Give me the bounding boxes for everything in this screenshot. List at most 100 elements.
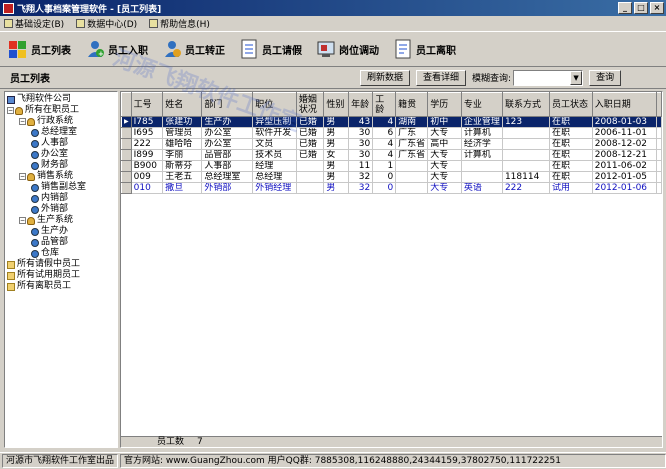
- tree-node[interactable]: − 行政系统: [5, 116, 117, 127]
- employee-list-button[interactable]: 员工列表: [8, 39, 71, 59]
- table-row[interactable]: I695 管理员 办公室 软件开发 已婚男 30 6 广东 大专 计算机 在职 2006-11-01: [121, 127, 662, 139]
- tree-node[interactable]: − 销售系统: [5, 171, 117, 182]
- column-header[interactable]: 工龄: [372, 92, 397, 117]
- table-row[interactable]: B900 斯蒂芬 人事部 经理男 11 1 大专 在职 2011-06-02: [121, 160, 662, 172]
- table-cell: 222: [131, 138, 164, 150]
- menu-help[interactable]: 帮助信息(H): [149, 17, 210, 30]
- row-selector[interactable]: [121, 160, 132, 172]
- tree-node[interactable]: 外销部: [5, 204, 117, 215]
- collapse-toggle-icon[interactable]: −: [19, 173, 26, 180]
- table-row[interactable]: 222 雄哈哈 办公室 文员 已婚男 30 4 广东省 高中 经济学 在职 2008-12-02: [121, 138, 662, 150]
- tree-node[interactable]: 人事部: [5, 138, 117, 149]
- column-header[interactable]: 学历: [427, 92, 462, 117]
- employee-confirm-icon: [162, 39, 182, 59]
- list-header-bar: 员工列表 刷新数据 查看详细 模糊查询: ▼ 查询: [0, 67, 666, 89]
- table-cell: 总经理室: [201, 171, 254, 183]
- tree-node-label: 生产系统: [37, 215, 74, 225]
- tree-node-label: 所有离职员工: [17, 281, 72, 291]
- row-selector[interactable]: [121, 171, 132, 183]
- table-cell: 生产办: [201, 116, 254, 128]
- leave-button[interactable]: 员工请假: [239, 39, 302, 59]
- tree-node-label: 生产办: [41, 226, 69, 236]
- tree-node-label: 所有请假中员工: [17, 259, 81, 269]
- tree-node-label: 办公室: [41, 149, 69, 159]
- tree-node[interactable]: 仓库: [5, 248, 117, 259]
- person-icon: [31, 183, 39, 192]
- close-button[interactable]: ×: [650, 2, 664, 14]
- table-cell: 30: [348, 138, 374, 150]
- tree-node[interactable]: 内销部: [5, 193, 117, 204]
- table-row[interactable]: 010 撒旦 外销部 外销经理 男 32 0 大专 英语 222 试用 2012-01-06: [121, 182, 662, 194]
- tree-node[interactable]: − 所有在职员工: [5, 105, 117, 116]
- window-title: 飞翔人事档案管理软件 - [员工列表]: [17, 4, 162, 15]
- table-row[interactable]: ▶ I785 张建功 生产办 异型压制 已婚男 43 4 湖南 初中 企业管理 123 在职 2008-0…: [121, 116, 662, 128]
- column-header[interactable]: 联系方式: [501, 92, 551, 117]
- table-cell: 广东省: [395, 149, 429, 161]
- employee-confirm-button[interactable]: 员工转正: [162, 39, 225, 59]
- database-icon: [76, 19, 86, 28]
- table-cell: 大专: [427, 160, 462, 172]
- column-header[interactable]: 部门: [201, 92, 254, 117]
- tree-node[interactable]: 所有试用期员工: [5, 270, 117, 281]
- tree-node[interactable]: 飞翔软件公司: [5, 94, 117, 105]
- group-icon: [27, 172, 35, 181]
- query-button[interactable]: 查询: [589, 69, 622, 86]
- column-header[interactable]: 籍贯: [395, 92, 429, 117]
- query-combobox[interactable]: ▼: [513, 69, 584, 86]
- chevron-down-icon[interactable]: ▼: [570, 70, 583, 85]
- collapse-toggle-icon[interactable]: −: [19, 118, 26, 125]
- tree-node[interactable]: 销售副总室: [5, 182, 117, 193]
- column-header[interactable]: 职位: [252, 92, 297, 117]
- tree-node[interactable]: 办公室: [5, 149, 117, 160]
- footer-count-label: 员工数: [157, 437, 185, 447]
- table-row[interactable]: 009 王老五 总经理室 总经理 男 32 0 大专 118114 在职 2012-01-05: [121, 171, 662, 183]
- column-header[interactable]: 工号: [130, 92, 164, 117]
- tree-node-label: 所有试用期员工: [17, 270, 81, 280]
- person-icon: [31, 249, 39, 258]
- row-selector[interactable]: [121, 127, 132, 139]
- column-header[interactable]: 性别: [323, 92, 350, 117]
- column-header[interactable]: 年龄: [348, 92, 374, 117]
- person-icon: [31, 227, 39, 236]
- minimize-button[interactable]: _: [618, 2, 632, 14]
- tree-node[interactable]: − 生产系统: [5, 215, 117, 226]
- table-cell: 4: [372, 138, 397, 150]
- tree-node[interactable]: 品管部: [5, 237, 117, 248]
- table-cell: 4: [372, 149, 397, 161]
- resign-button[interactable]: 员工离职: [393, 39, 456, 59]
- tree-node[interactable]: 所有请假中员工: [5, 259, 117, 270]
- column-header[interactable]: 专业: [460, 92, 503, 117]
- tree-node[interactable]: 财务部: [5, 160, 117, 171]
- department-tree[interactable]: 飞翔软件公司 − 所有在职员工 − 行政系统 总经理室 人事部 办公室 财务部 − 销售系统 销售副总…: [4, 91, 118, 448]
- table-cell: 异型压制: [252, 116, 297, 128]
- tree-node-label: 内销部: [41, 193, 69, 203]
- tree-node[interactable]: 所有离职员工: [5, 281, 117, 292]
- collapse-toggle-icon[interactable]: −: [7, 107, 14, 114]
- column-header[interactable]: 婚姻状况: [295, 92, 325, 117]
- table-cell-filler: [656, 149, 662, 161]
- table-cell: 广东: [395, 127, 429, 139]
- menu-basic-settings[interactable]: 基础设定(B): [4, 17, 64, 30]
- column-header[interactable]: 入职日期: [591, 92, 658, 117]
- row-selector[interactable]: [121, 149, 132, 161]
- row-selector[interactable]: [121, 138, 132, 150]
- column-header[interactable]: 姓名: [162, 92, 203, 117]
- tree-node[interactable]: 总经理室: [5, 127, 117, 138]
- transfer-button[interactable]: 岗位调动: [316, 39, 379, 59]
- employee-join-button[interactable]: + 员工入职: [85, 39, 148, 59]
- view-detail-button[interactable]: 查看详细: [416, 69, 467, 86]
- table-cell: 人事部: [201, 160, 254, 172]
- column-header[interactable]: 员工状态: [549, 92, 593, 117]
- table-row[interactable]: I899 李丽 品管部 技术员 已婚女 30 4 广东省 大专 计算机 在职 2008-12-21: [121, 149, 662, 161]
- table-cell: 4: [372, 116, 397, 128]
- row-selector[interactable]: ▶: [121, 116, 132, 128]
- maximize-button[interactable]: □: [634, 2, 648, 14]
- row-selector[interactable]: [121, 182, 132, 194]
- refresh-button[interactable]: 刷新数据: [360, 69, 411, 86]
- grid-footer: 员工数 7: [121, 436, 662, 447]
- collapse-toggle-icon[interactable]: −: [19, 217, 26, 224]
- table-cell: 计算机: [461, 127, 503, 139]
- tree-node[interactable]: 生产办: [5, 226, 117, 237]
- menu-data-center[interactable]: 数据中心(D): [76, 17, 137, 30]
- table-cell: 总经理: [252, 171, 297, 183]
